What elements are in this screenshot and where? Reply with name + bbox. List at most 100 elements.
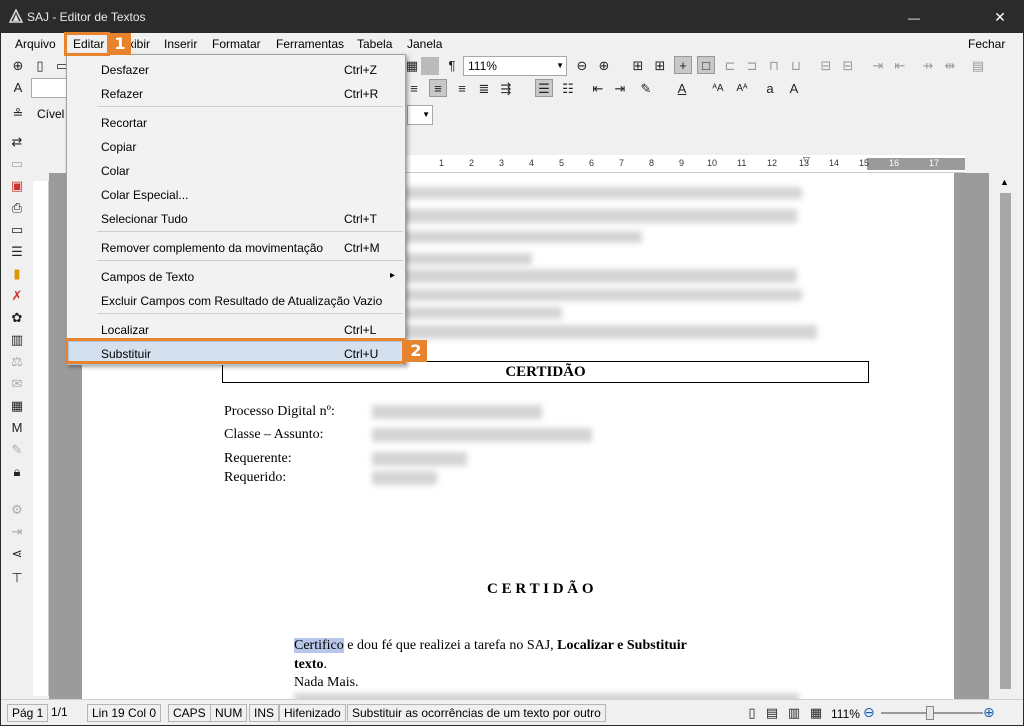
decrease-indent-icon[interactable]: ⇤	[589, 80, 607, 98]
menu-item-desfazer[interactable]: Desfazer Ctrl+Z	[68, 57, 404, 81]
tool-icon[interactable]: ✿	[8, 309, 26, 327]
zoom-slider-thumb[interactable]	[926, 706, 934, 720]
outer-borders-icon[interactable]: □	[697, 56, 715, 74]
outline-view-icon[interactable]: ▦	[807, 704, 825, 722]
menu-ferramentas[interactable]: Ferramentas	[276, 37, 344, 51]
fechar-button[interactable]: Fechar	[968, 37, 1005, 51]
menu-separator	[97, 260, 403, 261]
menu-separator	[97, 106, 403, 107]
zoom-out-icon[interactable]: ⊖	[863, 704, 875, 721]
menu-item-selecionar-tudo[interactable]: Selecionar Tudo Ctrl+T	[68, 206, 404, 230]
zoom-out-icon[interactable]: ⊖	[573, 57, 591, 75]
tab-stop-icon[interactable]: ▽	[803, 155, 810, 166]
new-doc-icon[interactable]: ⊕	[9, 57, 27, 75]
delete-row-icon[interactable]: ⇸	[919, 57, 937, 75]
menu-item-recortar[interactable]: Recortar	[68, 110, 404, 134]
menu-janela[interactable]: Janela	[407, 37, 442, 51]
table-props-icon[interactable]: ▤	[969, 57, 987, 75]
numbered-list-icon[interactable]: ☷	[559, 80, 577, 98]
tool-icon[interactable]: ✎	[8, 441, 26, 459]
ruler-tick: 7	[619, 158, 625, 168]
border-right-icon[interactable]: ⊐	[743, 57, 761, 75]
menu-tabela[interactable]: Tabela	[357, 37, 392, 51]
indent-icon[interactable]: ⇶	[497, 80, 515, 98]
tool-icon[interactable]: ✗	[8, 287, 26, 305]
calendar-icon[interactable]: ▦	[8, 397, 26, 415]
pilcrow-icon[interactable]: ¶	[443, 57, 461, 75]
bullet-list-icon[interactable]: ☰	[535, 79, 553, 97]
menu-item-colar[interactable]: Colar	[68, 158, 404, 182]
case-upper-icon[interactable]: A	[785, 80, 803, 98]
merge-cells-icon[interactable]: ⊟	[817, 57, 835, 75]
share-icon[interactable]: ⋖	[8, 545, 26, 563]
vertical-scrollbar[interactable]: ▲	[989, 173, 1023, 699]
increase-indent-icon[interactable]: ⇥	[611, 80, 629, 98]
page-view-icon[interactable]: ▯	[743, 704, 761, 722]
border-top-icon[interactable]: ⊓	[765, 57, 783, 75]
app-logo-icon	[9, 9, 23, 23]
two-page-icon[interactable]: ▤	[763, 704, 781, 722]
tool-icon[interactable]: ⊤	[8, 569, 26, 587]
menu-item-remover-complemento[interactable]: Remover complemento da movimentação Ctrl+…	[68, 235, 404, 259]
font-icon[interactable]: A	[9, 79, 27, 97]
zoom-in-icon[interactable]: ⊕	[983, 704, 995, 721]
tool-icon[interactable]: ⇄	[8, 133, 26, 151]
menu-item-excluir-campos[interactable]: Excluir Campos com Resultado de Atualiza…	[68, 288, 404, 312]
menu-item-colar-especial[interactable]: Colar Especial...	[68, 182, 404, 206]
tool-icon[interactable]: ⎙	[8, 199, 26, 217]
tool-icon[interactable]: ⇥	[8, 523, 26, 541]
web-view-icon[interactable]: ▥	[785, 704, 803, 722]
menu-arquivo[interactable]: Arquivo	[15, 37, 56, 51]
tool-icon[interactable]: ✉	[8, 375, 26, 393]
tool-icon[interactable]: ▥	[8, 331, 26, 349]
insert-table-icon[interactable]: ⊞	[651, 57, 669, 75]
delete-col-icon[interactable]: ⇹	[941, 57, 959, 75]
insert-row-icon[interactable]: ⇥	[869, 57, 887, 75]
font-color-icon[interactable]: A	[673, 80, 691, 98]
highlight-icon[interactable]: ✎	[637, 80, 655, 98]
menu-item-refazer[interactable]: Refazer Ctrl+R	[68, 81, 404, 105]
align-left-icon[interactable]: ≡	[405, 80, 423, 98]
menu-inserir[interactable]: Inserir	[164, 37, 197, 51]
font-combo[interactable]	[31, 78, 67, 98]
close-window-button[interactable]: ✕	[977, 1, 1023, 33]
tool-icon[interactable]: ☰	[8, 243, 26, 261]
tool-icon[interactable]: ▣	[8, 177, 26, 195]
menu-item-campos-de-texto[interactable]: Campos de Texto ▸	[68, 264, 404, 288]
tool-icon[interactable]: ▭	[8, 155, 26, 173]
zoom-combo[interactable]: 111% ▼	[463, 56, 567, 76]
tool-icon[interactable]: ▮	[8, 265, 26, 283]
minimize-button[interactable]: —	[891, 1, 937, 33]
insert-col-icon[interactable]: ⇤	[891, 57, 909, 75]
style-icon[interactable]: ≗	[9, 105, 27, 123]
grow-font-icon[interactable]: ᴬA	[709, 80, 727, 98]
tool-icon[interactable]: ▭	[8, 221, 26, 239]
style-combo[interactable]: Cível	[37, 107, 64, 121]
case-icon[interactable]: a	[761, 80, 779, 98]
justify-icon[interactable]: ≣	[475, 80, 493, 98]
menu-item-copiar[interactable]: Copiar	[68, 134, 404, 158]
menu-formatar[interactable]: Formatar	[212, 37, 261, 51]
edit-menu: Desfazer Ctrl+Z Refazer Ctrl+R Recortar Co…	[66, 54, 406, 365]
page-icon[interactable]: ▯	[31, 57, 49, 75]
border-bottom-icon[interactable]: ⊔	[787, 57, 805, 75]
lock-icon[interactable]: 🔒︎	[8, 463, 26, 481]
cell-select-icon[interactable]: ⊞	[629, 57, 647, 75]
size-combo[interactable]: ▼	[407, 105, 433, 125]
split-cells-icon[interactable]: ⊟	[839, 57, 857, 75]
shrink-font-icon[interactable]: Aᴬ	[733, 80, 751, 98]
scroll-thumb[interactable]	[1000, 193, 1011, 689]
border-left-icon[interactable]: ⊏	[721, 57, 739, 75]
tool-icon[interactable]: ⚙	[8, 501, 26, 519]
inner-borders-icon[interactable]: +	[674, 56, 692, 74]
grid-toggle-icon[interactable]	[421, 57, 439, 75]
zoom-combo-value: 111%	[468, 59, 497, 73]
tool-icon[interactable]: ⚖	[8, 353, 26, 371]
zoom-in-icon[interactable]: ⊕	[595, 57, 613, 75]
field-label-classe: Classe – Assunto:	[224, 427, 324, 442]
scroll-up-icon[interactable]: ▲	[1000, 177, 1009, 187]
field-label-requerido: Requerido:	[224, 470, 287, 485]
tool-icon[interactable]: M	[8, 419, 26, 437]
align-center-icon[interactable]: ≡	[429, 79, 447, 97]
align-right-icon[interactable]: ≡	[453, 80, 471, 98]
